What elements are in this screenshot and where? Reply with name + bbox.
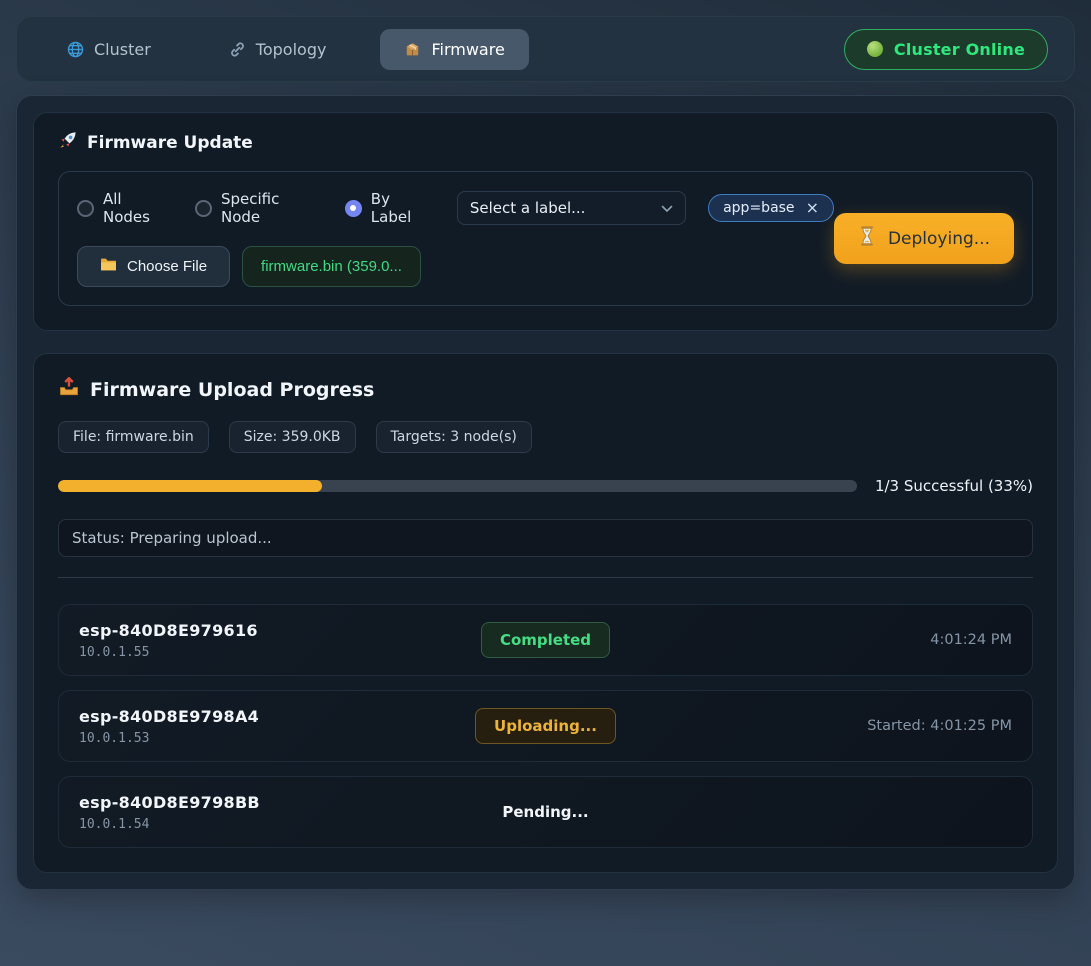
node-timestamp: Started: 4:01:25 PM — [867, 718, 1012, 734]
tab-firmware[interactable]: Firmware — [380, 29, 528, 70]
target-mode-radio-group: All Nodes Specific Node By Label Select … — [77, 190, 834, 226]
progress-bar — [58, 480, 857, 492]
section-divider — [58, 577, 1033, 578]
firmware-update-title: Firmware Update — [58, 131, 1033, 155]
tab-firmware-label: Firmware — [431, 40, 504, 59]
label-select-value: Select a label... — [470, 199, 586, 217]
firmware-form-panel: All Nodes Specific Node By Label Select … — [58, 171, 1033, 306]
chevron-down-icon — [661, 199, 673, 217]
node-row-1[interactable]: esp-840D8E979616 10.0.1.55 Completed 4:0… — [58, 604, 1033, 676]
radio-by-label-circle[interactable] — [345, 200, 362, 217]
package-icon — [404, 41, 421, 58]
selected-file-button[interactable]: firmware.bin (359.0... — [242, 246, 421, 287]
rocket-icon — [58, 131, 77, 155]
meta-targets: Targets: 3 node(s) — [376, 421, 532, 453]
label-select[interactable]: Select a label... — [457, 191, 686, 225]
meta-file: File: firmware.bin — [58, 421, 209, 453]
node-ip: 10.0.1.53 — [79, 731, 475, 746]
radio-all-nodes-circle[interactable] — [77, 200, 94, 217]
node-name: esp-840D8E9798A4 — [79, 707, 475, 726]
node-name: esp-840D8E979616 — [79, 621, 481, 640]
globe-icon — [67, 41, 84, 58]
cluster-online-label: Cluster Online — [894, 40, 1025, 59]
tab-cluster[interactable]: Cluster — [43, 29, 175, 70]
top-nav: Cluster Topology Firmware Cluster Online — [16, 16, 1075, 82]
online-dot-icon — [867, 41, 883, 57]
progress-bar-fill — [58, 480, 322, 492]
node-status-badge: Completed — [481, 622, 610, 658]
radio-specific-node[interactable]: Specific Node — [195, 190, 323, 226]
folder-icon — [100, 257, 117, 276]
radio-by-label[interactable]: By Label — [345, 190, 435, 226]
radio-all-nodes[interactable]: All Nodes — [77, 190, 173, 226]
upload-tray-icon — [58, 376, 80, 403]
hourglass-icon — [858, 226, 876, 251]
upload-progress-title: Firmware Upload Progress — [58, 376, 1033, 403]
node-ip: 10.0.1.55 — [79, 645, 481, 660]
chip-close-icon[interactable]: × — [806, 200, 819, 216]
node-row-2[interactable]: esp-840D8E9798A4 10.0.1.53 Uploading... … — [58, 690, 1033, 762]
choose-file-button[interactable]: Choose File — [77, 246, 230, 287]
upload-progress-row: 1/3 Successful (33%) — [58, 477, 1033, 495]
tab-cluster-label: Cluster — [94, 40, 151, 59]
link-icon — [229, 41, 246, 58]
upload-meta-row: File: firmware.bin Size: 359.0KB Targets… — [58, 421, 1033, 453]
node-status-badge: Uploading... — [475, 708, 616, 744]
tab-topology[interactable]: Topology — [205, 29, 351, 70]
node-name: esp-840D8E9798BB — [79, 793, 484, 812]
firmware-update-card: Firmware Update All Nodes Specific Node … — [33, 112, 1058, 331]
label-chip-app-base[interactable]: app=base × — [708, 194, 834, 222]
progress-summary: 1/3 Successful (33%) — [875, 477, 1033, 495]
tab-topology-label: Topology — [256, 40, 327, 59]
node-row-3[interactable]: esp-840D8E9798BB 10.0.1.54 Pending... — [58, 776, 1033, 848]
cluster-online-badge[interactable]: Cluster Online — [844, 29, 1048, 70]
node-ip: 10.0.1.54 — [79, 817, 484, 832]
upload-status-box: Status: Preparing upload... — [58, 519, 1033, 557]
radio-specific-node-circle[interactable] — [195, 200, 212, 217]
node-timestamp: 4:01:24 PM — [930, 632, 1012, 648]
main-panel: Firmware Update All Nodes Specific Node … — [16, 95, 1075, 890]
upload-progress-card: Firmware Upload Progress File: firmware.… — [33, 353, 1058, 873]
deploy-button[interactable]: Deploying... — [834, 213, 1014, 264]
meta-size: Size: 359.0KB — [229, 421, 356, 453]
node-status-badge: Pending... — [484, 795, 606, 829]
label-chip-text: app=base — [723, 200, 794, 216]
